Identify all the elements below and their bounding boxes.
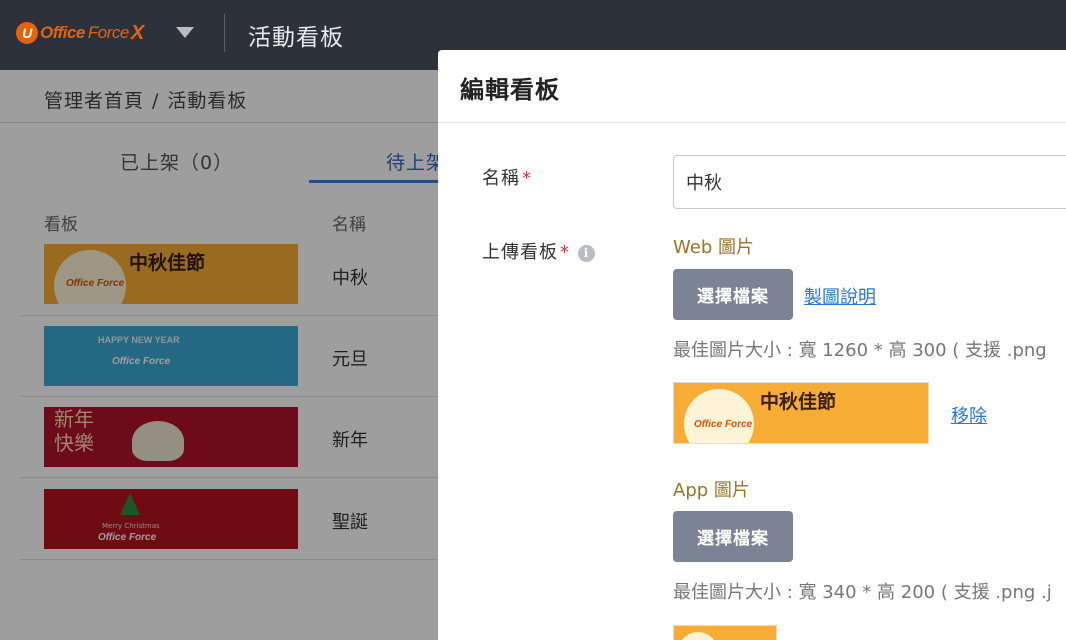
info-icon[interactable]: i <box>578 245 595 262</box>
modal-header-divider <box>438 122 1066 123</box>
app-size-hint: 最佳圖片大小 : 寬 340 * 高 200 ( 支援 .png .j <box>673 582 1052 603</box>
app-image-label: App 圖片 <box>673 480 750 501</box>
remove-web-image-link[interactable]: 移除 <box>951 402 987 428</box>
app-section-title: 活動看板 <box>248 25 344 51</box>
design-guide-link[interactable]: 製圖說明 <box>804 283 876 309</box>
web-image-label: Web 圖片 <box>673 237 754 258</box>
moon-graphic <box>678 632 718 640</box>
app-choose-file-button[interactable]: 選擇檔案 <box>673 511 793 562</box>
web-image-preview: 中秋佳節 Office Force <box>673 382 929 444</box>
upload-field-label: 上傳看板 * i <box>482 238 595 264</box>
web-choose-file-button[interactable]: 選擇檔案 <box>673 269 793 320</box>
edit-banner-modal: 編輯看板 名稱* 上傳看板*i Web 圖片 選擇檔案 製圖說明 最佳圖片大小 … <box>438 50 1066 640</box>
modal-title: 編輯看板 <box>460 76 560 104</box>
upload-label-text: 上傳看板 <box>482 242 558 263</box>
caret-down-icon[interactable] <box>176 27 194 38</box>
required-asterisk: * <box>522 168 532 189</box>
name-label-text: 名稱 <box>482 168 520 189</box>
office-force-x-logo[interactable]: U Office Force X <box>16 20 144 46</box>
app-image-preview <box>673 625 777 640</box>
logo-force-text: Force <box>87 23 129 42</box>
name-field-label: 名稱 * <box>482 164 532 190</box>
banner-brand: Office Force <box>694 419 753 430</box>
topbar-divider <box>224 14 225 52</box>
logo-x-text: X <box>130 21 144 44</box>
logo-mark-icon: U <box>16 22 38 44</box>
web-size-hint: 最佳圖片大小 : 寬 1260 * 高 300 ( 支援 .png <box>673 340 1047 361</box>
banner-name-input[interactable] <box>673 155 1066 209</box>
required-asterisk: * <box>560 242 570 263</box>
banner-caption: 中秋佳節 <box>760 391 837 413</box>
moon-graphic <box>684 389 754 443</box>
logo-office-text: Office <box>40 23 85 42</box>
